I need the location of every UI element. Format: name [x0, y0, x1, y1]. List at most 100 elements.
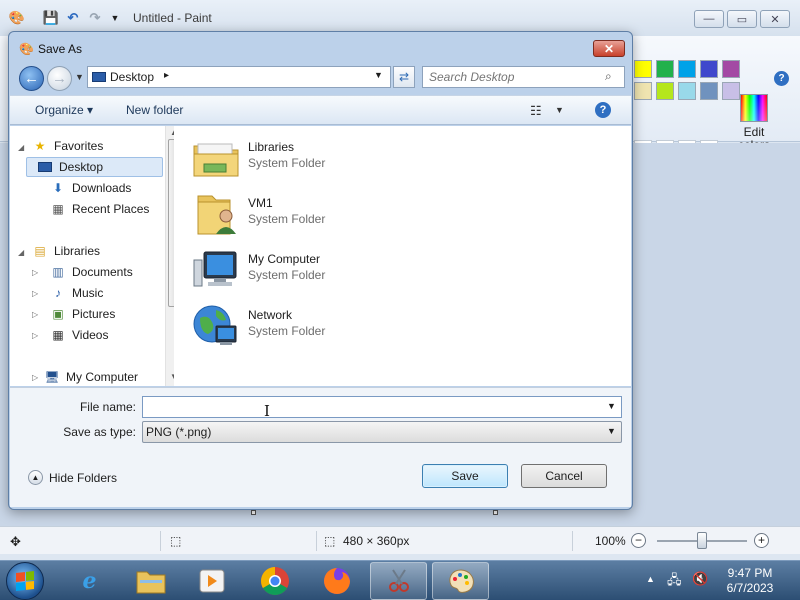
color-swatch[interactable]: [678, 82, 696, 100]
file-item-name: Libraries: [248, 140, 295, 154]
file-item-libraries[interactable]: Libraries System Folder: [192, 132, 452, 182]
computer-icon: 🖥: [44, 370, 60, 384]
color-swatch[interactable]: [678, 60, 696, 78]
paint-close-button[interactable]: ✕: [760, 10, 790, 28]
forward-button[interactable]: →: [47, 66, 72, 91]
new-folder-button[interactable]: New folder: [126, 103, 183, 117]
file-name-input[interactable]: [146, 399, 601, 415]
file-item-vm1[interactable]: VM1 System Folder: [192, 188, 452, 238]
paint-help-icon[interactable]: ?: [774, 71, 789, 86]
refresh-button[interactable]: ⇄: [393, 66, 415, 88]
paint-maximize-button[interactable]: ▭: [727, 10, 757, 28]
change-view-icon[interactable]: ☷: [530, 103, 542, 119]
nav-libraries[interactable]: ▤ Libraries: [32, 241, 182, 261]
undo-icon[interactable]: ↶: [64, 9, 82, 27]
expand-arrow-icon[interactable]: ▷: [32, 268, 38, 277]
chrome-icon[interactable]: [246, 562, 303, 600]
expand-arrow-icon[interactable]: ▷: [32, 289, 38, 298]
collapse-arrow-icon[interactable]: ◢: [18, 248, 24, 257]
redo-icon[interactable]: ↷: [86, 9, 104, 27]
color-swatch[interactable]: [634, 60, 652, 78]
libraries-folder-icon: [193, 143, 239, 177]
paint-status-bar: ✥ ⬚ ⬚ 480 × 360px 100% − +: [0, 526, 800, 554]
expand-arrow-icon[interactable]: ▷: [32, 310, 38, 319]
internet-explorer-icon[interactable]: e: [61, 562, 118, 600]
file-item-type: System Folder: [248, 324, 326, 338]
color-swatch[interactable]: [722, 60, 740, 78]
file-item-network[interactable]: Network System Folder: [192, 300, 452, 350]
firefox-logo-icon: [323, 568, 350, 594]
save-as-type-dropdown-icon[interactable]: ▼: [607, 426, 616, 436]
volume-muted-icon[interactable]: 🔇: [692, 571, 708, 587]
zoom-in-button[interactable]: +: [754, 533, 769, 548]
file-item-my-computer[interactable]: My Computer System Folder: [192, 244, 452, 294]
search-input[interactable]: [429, 69, 599, 85]
network-tray-icon[interactable]: 🖧: [667, 571, 682, 593]
file-item-name: Network: [248, 308, 293, 322]
canvas-size-text: 480 × 360px: [343, 534, 410, 548]
collapse-up-icon: ▲: [28, 470, 43, 485]
search-icon[interactable]: ⌕: [605, 69, 612, 84]
paint-app-icon[interactable]: 🎨: [8, 9, 26, 27]
network-icon: [193, 305, 237, 345]
dialog-close-button[interactable]: ✕: [593, 40, 625, 57]
nav-item-label: Pictures: [72, 307, 116, 321]
command-bar: Organize ▾ New folder ☷ ▼ ?: [10, 95, 631, 125]
recent-locations-dropdown[interactable]: ▼: [75, 72, 84, 82]
address-bar[interactable]: Desktop ▸ ▼: [87, 66, 391, 88]
nav-item-desktop[interactable]: Desktop: [26, 157, 163, 177]
media-player-icon[interactable]: [183, 562, 240, 600]
cancel-button[interactable]: Cancel: [521, 464, 607, 488]
expand-arrow-icon[interactable]: ▷: [32, 373, 38, 382]
clock-time: 9:47 PM: [727, 566, 773, 580]
user-folder-icon: [197, 195, 236, 235]
organize-button[interactable]: Organize ▾: [35, 103, 93, 117]
system-clock[interactable]: 9:47 PM 6/7/2023: [712, 566, 788, 596]
desktop-icon: [37, 160, 53, 174]
file-name-dropdown-icon[interactable]: ▼: [607, 401, 616, 411]
address-dropdown-icon[interactable]: ▼: [374, 70, 383, 80]
hide-folders-button[interactable]: ▲ Hide Folders: [28, 470, 117, 485]
nav-favorites-label: Favorites: [54, 139, 104, 153]
save-as-type-select[interactable]: PNG (*.png) ▼: [142, 421, 622, 443]
color-swatch[interactable]: [656, 60, 674, 78]
back-button[interactable]: ←: [19, 66, 44, 91]
paint-window-title: Untitled - Paint: [133, 11, 212, 25]
music-icon: ♪: [55, 286, 61, 300]
paint-minimize-button[interactable]: —: [694, 10, 724, 28]
resize-handle[interactable]: [493, 510, 498, 515]
start-button[interactable]: [6, 562, 44, 600]
color-swatch[interactable]: [700, 60, 718, 78]
file-name-label: File name:: [79, 400, 136, 414]
address-location[interactable]: Desktop: [110, 70, 154, 84]
nav-favorites[interactable]: ★ Favorites: [32, 136, 182, 156]
file-explorer-icon[interactable]: [122, 562, 179, 600]
zoom-slider-thumb[interactable]: [697, 532, 707, 549]
customize-qat-icon[interactable]: ▼: [106, 9, 124, 27]
resize-handle[interactable]: [251, 510, 256, 515]
show-hidden-icons[interactable]: ▲: [646, 574, 655, 584]
paint-taskbar-icon[interactable]: [432, 562, 489, 600]
nav-item-label: Documents: [72, 265, 133, 279]
star-icon: ★: [34, 139, 46, 153]
search-box[interactable]: ⌕: [422, 66, 625, 88]
collapse-arrow-icon[interactable]: ◢: [18, 143, 24, 152]
save-icon[interactable]: 💾: [42, 9, 60, 27]
pictures-icon: ▣: [52, 307, 64, 321]
nav-item-label: Downloads: [72, 181, 132, 195]
downloads-icon: ⬇: [52, 181, 64, 195]
help-icon[interactable]: ?: [595, 102, 611, 118]
color-swatch[interactable]: [700, 82, 718, 100]
view-options-dropdown-icon[interactable]: ▼: [555, 105, 564, 115]
zoom-level: 100%: [595, 534, 626, 548]
firefox-icon[interactable]: [308, 562, 365, 600]
color-swatch[interactable]: [656, 82, 674, 100]
snipping-tool-icon[interactable]: [370, 562, 427, 600]
save-button[interactable]: Save: [422, 464, 508, 488]
breadcrumb-chevron-icon[interactable]: ▸: [164, 70, 169, 81]
color-swatch[interactable]: [634, 82, 652, 100]
file-name-combobox[interactable]: ▼: [142, 396, 622, 418]
nav-item-label: Desktop: [59, 160, 104, 174]
zoom-out-button[interactable]: −: [631, 533, 646, 548]
expand-arrow-icon[interactable]: ▷: [32, 331, 38, 340]
